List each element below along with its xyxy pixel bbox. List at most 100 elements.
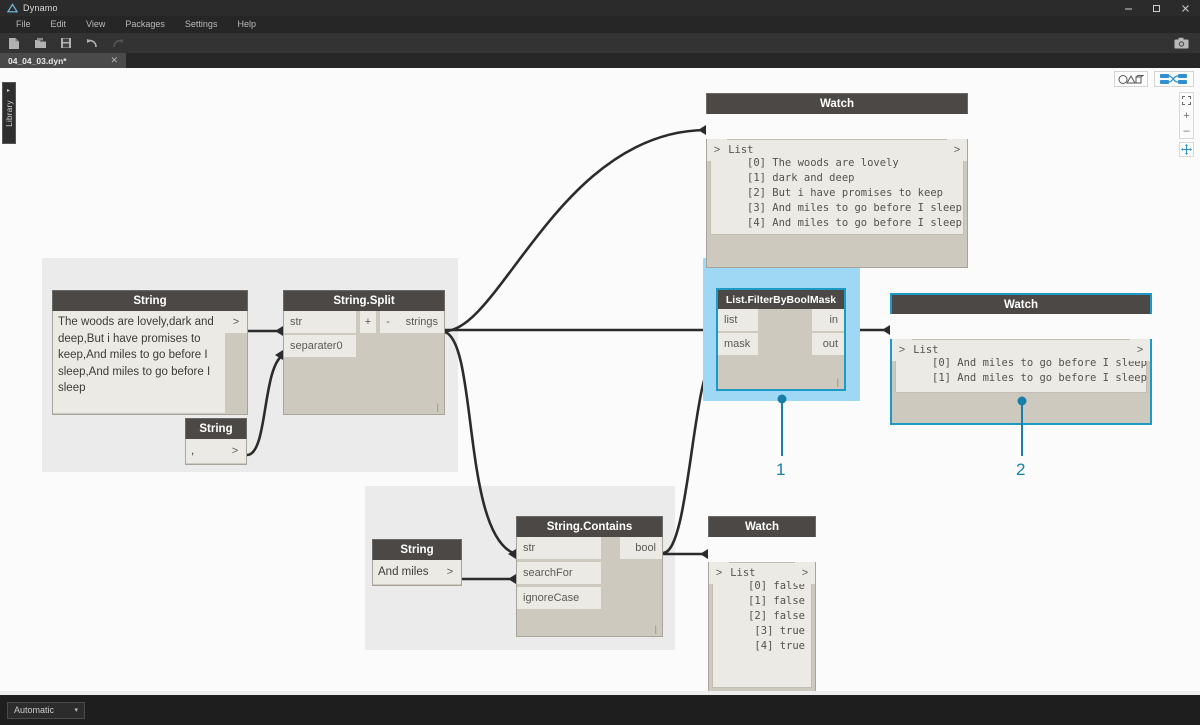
watch-list-item: [4] And miles to go before I sleep — [717, 216, 957, 231]
window-controls — [1114, 0, 1200, 16]
fit-to-screen-button[interactable] — [1179, 93, 1194, 108]
watch-list-item: [3] true — [719, 624, 805, 639]
watch-list-root: ▼ List — [719, 567, 805, 579]
tab-label: 04_04_03.dyn* — [8, 56, 67, 66]
node-title: Watch — [890, 293, 1152, 314]
watch-list-item: [1] And miles to go before I sleep — [902, 371, 1140, 386]
watch-list-item: [3] And miles to go before I sleep — [717, 201, 957, 216]
zoom-controls: + – — [1179, 92, 1194, 139]
node-resize-handle[interactable]: | — [437, 402, 439, 412]
menu-item-file[interactable]: File — [6, 16, 41, 33]
chevron-down-icon: ▾ — [74, 706, 78, 714]
tab-close-icon[interactable]: ✕ — [110, 55, 118, 66]
node-title: List.FilterByBoolMask — [716, 288, 846, 309]
menu-item-settings[interactable]: Settings — [175, 16, 228, 33]
port-out-string[interactable]: > — [225, 311, 247, 333]
port-out-string[interactable]: > — [224, 439, 246, 463]
watch-list-item: [4] true — [719, 639, 805, 654]
geometry-view-toggle[interactable] — [1114, 71, 1148, 87]
port-out-out[interactable]: out — [812, 333, 844, 355]
port-out-strings[interactable]: strings — [396, 311, 444, 333]
library-panel-tab[interactable]: ▸ Library — [2, 82, 16, 144]
tab-strip: 04_04_03.dyn* ✕ — [0, 53, 1200, 68]
port-in-str[interactable]: str — [517, 537, 601, 559]
node-watch-bool[interactable]: Watch > > ▼ List [0] false [1] false [2]… — [708, 516, 816, 695]
zoom-out-button[interactable]: – — [1179, 123, 1194, 138]
port-in-ignorecase[interactable]: ignoreCase — [517, 587, 601, 609]
node-title: Watch — [708, 516, 816, 537]
screenshot-button[interactable] — [1174, 37, 1189, 49]
watch-list-item: [0] false — [719, 579, 805, 594]
port-out-watch[interactable]: > — [947, 139, 967, 161]
pan-tool-button[interactable] — [1179, 142, 1194, 157]
port-out-watch[interactable]: > — [795, 562, 815, 584]
node-resize-handle[interactable]: | — [655, 624, 657, 634]
redo-icon[interactable] — [111, 36, 125, 50]
watch-list-item: [2] false — [719, 609, 805, 624]
string-value-field[interactable]: And miles — [373, 560, 439, 584]
port-out-watch[interactable]: > — [1130, 339, 1150, 361]
tab-strip-empty — [126, 53, 1200, 68]
string-value-field[interactable]: , — [186, 439, 224, 463]
watch-list-root: ▼ List — [902, 344, 1140, 356]
watch-list-label: List — [730, 567, 755, 579]
node-title: String — [185, 418, 247, 439]
save-file-icon[interactable] — [59, 36, 73, 50]
zoom-in-button[interactable]: + — [1179, 108, 1194, 123]
port-in-watch[interactable]: > — [707, 139, 727, 161]
open-file-icon[interactable] — [33, 36, 47, 50]
dynamo-logo-icon — [5, 2, 19, 14]
watch-list-item: [0] And miles to go before I sleep — [902, 356, 1140, 371]
node-string-separator[interactable]: String , > — [185, 418, 247, 465]
port-out-bool[interactable]: bool — [620, 537, 662, 559]
watch-list-item: [2] But i have promises to keep — [717, 186, 957, 201]
watch-list-root: ▼ List — [717, 144, 957, 156]
tab-active-file[interactable]: 04_04_03.dyn* ✕ — [0, 53, 126, 68]
watch-value-list: ▼ List [0] The woods are lovely [1] dark… — [710, 139, 964, 235]
graph-view-toggle[interactable] — [1154, 71, 1194, 87]
node-resize-handle[interactable]: | — [837, 377, 839, 387]
node-title: String — [52, 290, 248, 311]
watch-list-label: List — [913, 344, 938, 356]
lacing-remove-button[interactable]: - — [380, 311, 396, 333]
port-out-string[interactable]: > — [439, 560, 461, 584]
callout-1: 1 — [770, 394, 800, 469]
menu-item-edit[interactable]: Edit — [41, 16, 77, 33]
port-in-str[interactable]: str — [284, 311, 356, 333]
menu-bar: File Edit View Packages Settings Help — [0, 16, 1200, 33]
port-in-searchfor[interactable]: searchFor — [517, 562, 601, 584]
close-button[interactable] — [1170, 0, 1200, 16]
run-mode-dropdown[interactable]: Automatic ▾ — [7, 702, 85, 719]
node-string-input[interactable]: String The woods are lovely,dark and dee… — [52, 290, 248, 415]
port-in-separater0[interactable]: separater0 — [284, 335, 356, 357]
string-value-field[interactable]: The woods are lovely,dark and deep,But i… — [53, 311, 225, 413]
new-file-icon[interactable] — [7, 36, 21, 50]
lacing-add-button[interactable]: + — [360, 311, 376, 333]
port-in-watch[interactable]: > — [709, 562, 729, 584]
node-list-filterbyboolmask[interactable]: List.FilterByBoolMask list mask in out | — [716, 288, 846, 391]
node-watch-split[interactable]: Watch > > ▼ List [0] The woods are lovel… — [706, 93, 968, 268]
menu-item-packages[interactable]: Packages — [115, 16, 175, 33]
title-bar: Dynamo — [0, 0, 1200, 16]
undo-icon[interactable] — [85, 36, 99, 50]
node-string-split[interactable]: String.Split str separater0 + - strings … — [283, 290, 445, 415]
callout-2: 2 — [1010, 396, 1040, 471]
port-out-in[interactable]: in — [812, 309, 844, 331]
port-in-mask[interactable]: mask — [718, 333, 758, 355]
node-string-contains[interactable]: String.Contains str searchFor ignoreCase… — [516, 516, 663, 637]
watch-list-label: List — [728, 144, 753, 156]
node-title: String.Split — [283, 290, 445, 311]
port-in-watch[interactable]: > — [892, 339, 912, 361]
chevron-right-icon: ▸ — [7, 87, 10, 94]
maximize-button[interactable] — [1142, 0, 1170, 16]
menu-item-view[interactable]: View — [76, 16, 115, 33]
node-string-searchfor[interactable]: String And miles > — [372, 539, 462, 586]
graph-canvas[interactable]: ▸ Library — [0, 68, 1200, 695]
watch-list-item: [1] false — [719, 594, 805, 609]
main-toolbar — [0, 33, 1200, 53]
callout-number: 2 — [1016, 460, 1025, 480]
port-in-list[interactable]: list — [718, 309, 758, 331]
watch-value-list: ▼ List [0] And miles to go before I slee… — [895, 339, 1147, 393]
menu-item-help[interactable]: Help — [227, 16, 266, 33]
minimize-button[interactable] — [1114, 0, 1142, 16]
